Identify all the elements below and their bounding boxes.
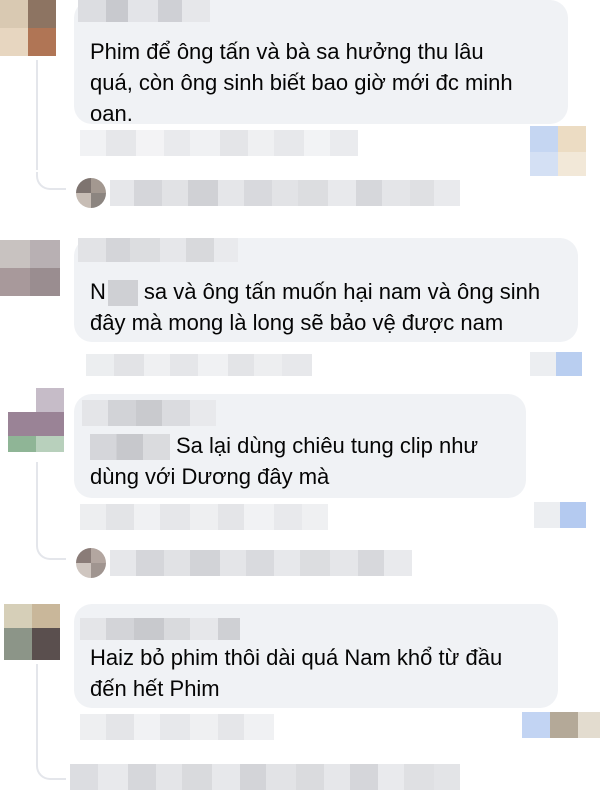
reaction-badge[interactable] [522, 712, 600, 738]
reply-preview-text [110, 180, 460, 206]
thread-line [36, 462, 38, 542]
redacted-mention [107, 280, 138, 307]
avatar[interactable] [0, 240, 60, 296]
comment-bubble: Haiz bỏ phim thôi dài quá Nam khổ từ đầu… [74, 604, 558, 708]
reaction-badge[interactable] [534, 502, 586, 528]
reply-preview-text [110, 550, 412, 576]
comment-actions[interactable] [80, 714, 274, 740]
commenter-name[interactable] [82, 400, 216, 426]
comment-actions[interactable] [86, 354, 312, 376]
avatar [76, 178, 106, 208]
comment-text: Nsa và ông tấn muốn hại nam và ông sinh … [90, 276, 574, 338]
avatar[interactable] [0, 0, 56, 56]
commenter-name[interactable] [80, 618, 240, 640]
reply-preview[interactable] [76, 178, 460, 208]
commenter-mention: N [90, 279, 106, 304]
thread-elbow [36, 172, 66, 190]
avatar[interactable] [8, 388, 64, 460]
comment-text: Haiz bỏ phim thôi dài quá Nam khổ từ đầu… [90, 645, 503, 701]
avatar [76, 548, 106, 578]
avatar[interactable] [4, 604, 60, 666]
comment-text: Sa lại dùng chiêu tung clip như dùng với… [90, 430, 520, 492]
commenter-name[interactable] [78, 238, 238, 262]
redacted-mention [90, 434, 170, 461]
reply-preview-text [70, 764, 460, 790]
comment-bubble: Phim để ông tấn và bà sa hưởng thu lâu q… [74, 0, 568, 126]
thread-line [36, 60, 38, 170]
comment-body: sa và ông tấn muốn hại nam và ông sinh đ… [90, 279, 541, 335]
comment-actions[interactable] [80, 130, 358, 156]
reaction-badge[interactable] [530, 126, 586, 152]
thread-elbow [36, 542, 66, 560]
thread-line [36, 664, 38, 764]
comment-text: Phim để ông tấn và bà sa hưởng thu lâu q… [90, 39, 513, 126]
comment-actions[interactable] [80, 504, 328, 530]
reply-preview[interactable] [76, 548, 412, 578]
thread-elbow [36, 762, 66, 780]
comment-bubble: Sa lại dùng chiêu tung clip như dùng với… [74, 394, 526, 498]
reply-preview[interactable] [70, 764, 460, 790]
comment-bubble: Nsa và ông tấn muốn hại nam và ông sinh … [74, 238, 578, 342]
reaction-badge[interactable] [530, 352, 582, 376]
reaction-badge [530, 152, 586, 176]
commenter-name[interactable] [78, 0, 210, 22]
